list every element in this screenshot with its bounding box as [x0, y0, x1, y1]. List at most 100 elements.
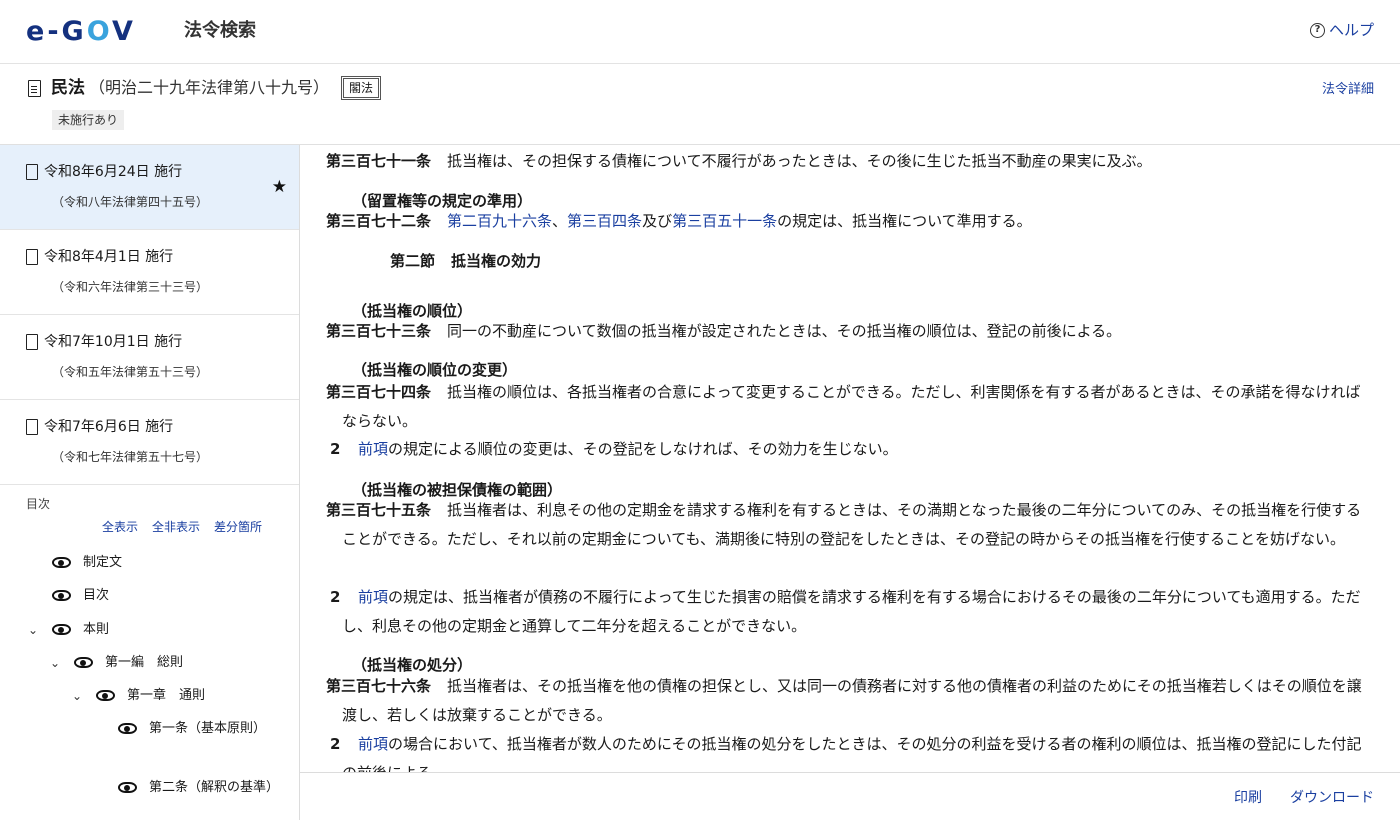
eye-icon[interactable] [52, 590, 71, 601]
file-icon [26, 419, 38, 435]
paragraph-text: の場合において、抵当権者が数人のためにその抵当権の処分をしたときは、その処分の利… [342, 735, 1362, 772]
toc-item-label: 第一条（基本原則） [149, 721, 267, 736]
paragraph-text: の規定は、抵当権者が債務の不履行によって生じた損害の賠償を請求する権利を有する場… [342, 588, 1361, 635]
article-text: の規定は、抵当権について準用する。 [777, 212, 1032, 230]
version-date: 令和8年4月1日 施行 [44, 249, 174, 265]
prev-paragraph-link[interactable]: 前項 [358, 588, 388, 606]
law-name: 民法 [51, 78, 85, 98]
chevron-down-icon[interactable]: ⌄ [44, 651, 66, 675]
version-date: 令和7年10月1日 施行 [44, 334, 183, 350]
version-law-number: （令和八年法律第四十五号） [52, 195, 209, 209]
article-number: 第三百七十六条 [326, 677, 432, 695]
article-375-paragraph-2: 2 前項の規定は、抵当権者が債務の不履行によって生じた損害の賠償を請求する権利を有… [326, 583, 1371, 641]
law-title: 民法 （明治二十九年法律第八十九号） 閣法 [28, 76, 382, 100]
eye-icon[interactable] [96, 690, 115, 701]
paragraph-number: 2 [330, 735, 341, 753]
article-372: 第三百七十二条 第二百九十六条、第三百四条及び第三百五十一条の規定は、抵当権につい… [326, 207, 1371, 236]
hide-all-link[interactable]: 全非表示 [152, 518, 200, 535]
footer-bar: 印刷 ダウンロード [300, 772, 1400, 820]
file-icon [26, 249, 38, 265]
eye-icon[interactable] [52, 624, 71, 635]
toc-item[interactable]: 第二条（解釈の基準） [118, 776, 279, 800]
article-number: 第三百七十三条 [326, 322, 432, 340]
star-icon[interactable]: ★ [272, 177, 287, 197]
sidebar: 令和8年6月24日 施行 （令和八年法律第四十五号） ★ 令和8年4月1日 施行… [0, 145, 300, 820]
toc-item[interactable]: 目次 [30, 584, 109, 608]
toc-item-label: 第二条（解釈の基準） [149, 780, 280, 795]
toc-item-label: 本則 [83, 622, 110, 637]
article-number: 第三百七十五条 [326, 501, 432, 519]
article-text: 抵当権者は、その抵当権を他の債権の担保とし、又は同一の債務者に対する他の債権者の… [342, 677, 1362, 724]
toc-item-label: 第一章 通則 [127, 688, 206, 703]
eye-icon[interactable] [118, 723, 137, 734]
logo-o: O [86, 16, 112, 47]
version-item[interactable]: 令和8年6月24日 施行 （令和八年法律第四十五号） ★ [0, 145, 299, 230]
article-374-paragraph-2: 2 前項の規定による順位の変更は、その登記をしなければ、その効力を生じない。 [326, 435, 1371, 464]
toc-item[interactable]: ⌄ 第一編 総則 [44, 651, 183, 675]
version-item[interactable]: 令和7年6月6日 施行 （令和七年法律第五十七号） [0, 400, 299, 485]
version-law-number: （令和七年法律第五十七号） [52, 450, 209, 464]
article-number: 第三百七十一条 [326, 152, 432, 170]
article-376-paragraph-2: 2 前項の場合において、抵当権者が数人のためにその抵当権の処分をしたときは、その処… [326, 730, 1371, 772]
article-371: 第三百七十一条 抵当権は、その担保する債権について不履行があったときは、その後に生… [326, 147, 1371, 176]
article-number: 第三百七十四条 [326, 383, 432, 401]
chevron-down-icon[interactable]: ⌄ [66, 684, 88, 708]
paragraph-number: 2 [330, 440, 341, 458]
law-header: 民法 （明治二十九年法律第八十九号） 閣法 未施行あり 法令詳細 [0, 64, 1400, 145]
print-link[interactable]: 印刷 [1234, 787, 1262, 807]
help-link[interactable]: ? ヘルプ [1309, 20, 1374, 40]
law-number: （明治二十九年法律第八十九号） [89, 78, 330, 97]
document-icon [28, 79, 41, 97]
help-label: ヘルプ [1328, 21, 1374, 39]
diff-link[interactable]: 差分箇所 [214, 518, 262, 535]
section-heading: 第二節 抵当権の効力 [390, 250, 541, 272]
chevron-down-icon[interactable]: ⌄ [22, 618, 44, 642]
article-text: 抵当権者は、利息その他の定期金を請求する権利を有するときは、その満期となった最後… [342, 501, 1362, 548]
toc-item[interactable]: ⌄ 本則 [22, 618, 109, 642]
show-all-link[interactable]: 全表示 [102, 518, 138, 535]
article-374: 第三百七十四条 抵当権の順位は、各抵当権者の合意によって変更することができる。ただ… [326, 378, 1371, 436]
article-text: 抵当権は、その担保する債権について不履行があったときは、その後に生じた抵当不動産… [447, 152, 1152, 170]
app-title: 法令検索 [184, 20, 256, 41]
prev-paragraph-link[interactable]: 前項 [358, 440, 388, 458]
eye-icon[interactable] [74, 657, 93, 668]
version-date: 令和7年6月6日 施行 [44, 419, 174, 435]
toc-item[interactable]: 第一条（基本原則） [118, 717, 279, 741]
paragraph-text: の規定による順位の変更は、その登記をしなければ、その効力を生じない。 [388, 440, 898, 458]
toc-item[interactable]: 制定文 [30, 551, 122, 575]
law-detail-link[interactable]: 法令詳細 [1322, 81, 1374, 99]
toc-item[interactable]: ⌄ 第一章 通則 [66, 684, 205, 708]
version-date: 令和8年6月24日 施行 [44, 164, 183, 180]
help-icon: ? [1309, 22, 1325, 38]
unenforced-badge: 未施行あり [52, 110, 125, 130]
version-item[interactable]: 令和8年4月1日 施行 （令和六年法律第三十三号） [0, 230, 299, 315]
law-content: 第三百七十一条 抵当権は、その担保する債権について不履行があったときは、その後に生… [300, 145, 1400, 772]
article-number: 第三百七十二条 [326, 212, 432, 230]
paragraph-number: 2 [330, 588, 341, 606]
article-link[interactable]: 第三百四条 [567, 212, 642, 230]
article-link[interactable]: 第三百五十一条 [672, 212, 777, 230]
logo-g: G [61, 16, 87, 47]
footer-links: 印刷 ダウンロード [1234, 787, 1374, 807]
version-law-number: （令和六年法律第三十三号） [52, 280, 209, 294]
article-link[interactable]: 第二百九十六条 [447, 212, 552, 230]
section-number: 第二節 [390, 252, 436, 270]
eye-icon[interactable] [118, 782, 137, 793]
egov-logo[interactable]: e-GOV [26, 16, 136, 48]
prev-paragraph-link[interactable]: 前項 [358, 735, 388, 753]
download-link[interactable]: ダウンロード [1290, 787, 1374, 807]
version-item[interactable]: 令和7年10月1日 施行 （令和五年法律第五十三号） [0, 315, 299, 400]
toc-controls: 全表示 全非表示 差分箇所 [102, 518, 262, 535]
file-icon [26, 164, 38, 180]
file-icon [26, 334, 38, 350]
toc-label: 目次 [26, 497, 51, 511]
eye-icon[interactable] [52, 557, 71, 568]
article-375: 第三百七十五条 抵当権者は、利息その他の定期金を請求する権利を有するときは、その満… [326, 496, 1371, 554]
article-376: 第三百七十六条 抵当権者は、その抵当権を他の債権の担保とし、又は同一の債務者に対す… [326, 672, 1371, 730]
logo-v: V [111, 16, 136, 47]
logo-e: e [26, 16, 48, 47]
separator: 、 [552, 212, 568, 230]
article-text: 抵当権の順位は、各抵当権者の合意によって変更することができる。ただし、利害関係を… [342, 383, 1361, 430]
version-law-number: （令和五年法律第五十三号） [52, 365, 209, 379]
law-type-badge: 閣法 [341, 76, 382, 100]
